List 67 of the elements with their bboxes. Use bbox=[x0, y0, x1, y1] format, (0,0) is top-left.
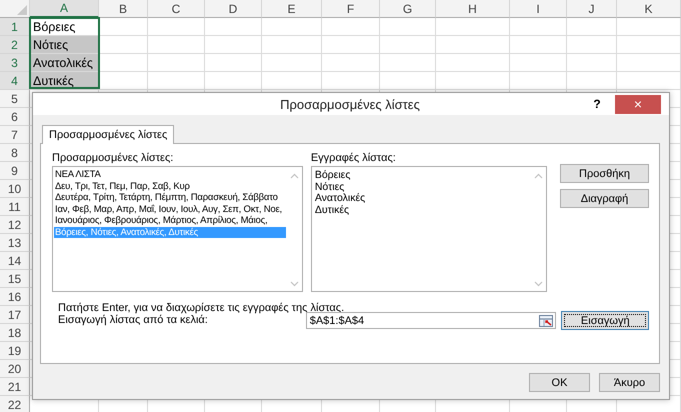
list-item[interactable]: Δευτέρα, Τρίτη, Τετάρτη, Πέμπτη, Παρασκευή, Σάββατο bbox=[54, 192, 286, 204]
entry-text: Ανατολικές bbox=[314, 193, 366, 204]
scroll-up-icon[interactable] bbox=[534, 173, 543, 179]
ok-button[interactable]: OK bbox=[529, 373, 590, 392]
column-header[interactable]: G bbox=[380, 0, 436, 18]
row-header[interactable]: 8 bbox=[0, 144, 30, 162]
row-header[interactable]: 3 bbox=[0, 54, 30, 72]
row-header[interactable]: 15 bbox=[0, 270, 30, 288]
row-header[interactable]: 17 bbox=[0, 306, 30, 324]
column-header[interactable]: A bbox=[30, 0, 99, 18]
column-header[interactable]: E bbox=[262, 0, 322, 18]
help-button[interactable]: ? bbox=[587, 94, 607, 114]
column-header[interactable]: H bbox=[436, 0, 510, 18]
row-header[interactable]: 16 bbox=[0, 288, 30, 306]
cell-text[interactable]: Βόρειες bbox=[30, 18, 98, 35]
row-header[interactable]: 4 bbox=[0, 72, 30, 90]
entry-text: Βόρειες bbox=[314, 170, 352, 182]
column-header[interactable]: B bbox=[99, 0, 148, 18]
row-header[interactable]: 9 bbox=[0, 162, 30, 180]
close-button[interactable]: × bbox=[615, 94, 661, 114]
select-all-icon[interactable] bbox=[17, 5, 27, 15]
import-button[interactable]: Εισαγωγή bbox=[561, 311, 649, 330]
row-header[interactable]: 14 bbox=[0, 252, 30, 270]
list-item[interactable]: Ιανουάριος, Φεβρουάριος, Μάρτιος, Απρίλιος, Μάιος, bbox=[54, 215, 286, 226]
cell-text[interactable]: Ανατολικές bbox=[30, 54, 98, 71]
scroll-down-icon[interactable] bbox=[290, 281, 299, 287]
cancel-button[interactable]: Άκυρο bbox=[599, 373, 660, 392]
import-label: Εισαγωγή λίστας από τα κελιά: bbox=[58, 314, 209, 326]
action-button[interactable]: Διαγραφή bbox=[560, 189, 649, 208]
row-header[interactable]: 12 bbox=[0, 216, 30, 234]
lists-label: Προσαρμοσμένες λίστες: bbox=[52, 152, 174, 164]
column-header[interactable]: C bbox=[148, 0, 205, 18]
list-item[interactable]: Δευ, Τρι, Τετ, Πεμ, Παρ, Σαβ, Κυρ bbox=[54, 180, 286, 192]
dialog-title: Προσαρμοσμένες λίστες bbox=[279, 96, 421, 112]
row-header[interactable]: 2 bbox=[0, 36, 30, 54]
row-header[interactable]: 22 bbox=[0, 396, 30, 412]
scroll-down-icon[interactable] bbox=[534, 281, 543, 287]
entries-label: Εγγραφές λίστας: bbox=[310, 152, 397, 164]
row-header[interactable]: 13 bbox=[0, 234, 30, 252]
range-picker-icon[interactable] bbox=[539, 314, 554, 326]
scroll-up-icon[interactable] bbox=[290, 173, 299, 179]
row-header[interactable]: 10 bbox=[0, 180, 30, 198]
row-header[interactable]: 21 bbox=[0, 378, 30, 396]
hint-text: Πατήστε Enter, για να διαχωρίσετε τις εγγραφές της λίστας. bbox=[58, 302, 346, 314]
row-header[interactable]: 11 bbox=[0, 198, 30, 216]
row-header[interactable]: 1 bbox=[0, 18, 30, 36]
range-input-field[interactable]: $A$1:$A$4 bbox=[306, 312, 556, 329]
row-header[interactable]: 5 bbox=[0, 90, 30, 108]
row-header[interactable]: 20 bbox=[0, 360, 30, 378]
row-header[interactable]: 18 bbox=[0, 324, 30, 342]
list-item[interactable]: Ιαν, Φεβ, Μαρ, Απρ, Μαΐ, Ιουν, Ιουλ, Αυγ, Σεπ, Οκτ, Νοε, bbox=[54, 204, 286, 215]
row-header[interactable]: 7 bbox=[0, 126, 30, 144]
entry-text: Δυτικές bbox=[314, 204, 350, 216]
list-item[interactable]: ΝΕΑ ΛΙΣΤΑ bbox=[54, 169, 286, 180]
column-header[interactable]: J bbox=[567, 0, 617, 18]
column-header[interactable]: F bbox=[322, 0, 380, 18]
column-header[interactable]: K bbox=[617, 0, 681, 18]
list-entries-box[interactable]: Βόρειες Νότιες Ανατολικές Δυτικές bbox=[310, 166, 547, 292]
column-header[interactable]: D bbox=[205, 0, 262, 18]
cell-text[interactable]: Νότιες bbox=[30, 36, 98, 53]
row-header[interactable]: 19 bbox=[0, 342, 30, 360]
column-header[interactable]: I bbox=[510, 0, 567, 18]
entry-text: Νότιες bbox=[314, 182, 346, 193]
selection-border bbox=[29, 17, 100, 89]
row-header[interactable]: 6 bbox=[0, 108, 30, 126]
tab[interactable]: Προσαρμοσμένες λίστες bbox=[42, 125, 174, 144]
action-button[interactable]: Προσθήκη bbox=[560, 164, 649, 183]
